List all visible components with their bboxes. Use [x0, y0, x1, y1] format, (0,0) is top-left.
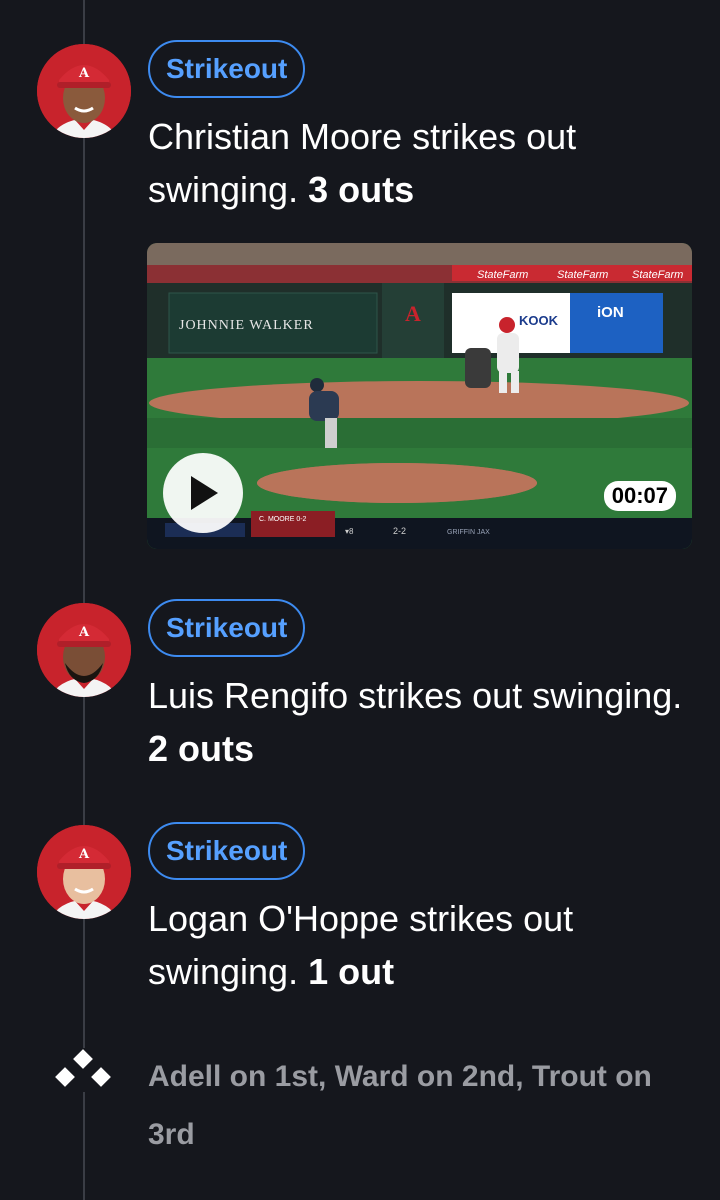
outs-count: 2 outs: [148, 728, 255, 769]
play-button[interactable]: [163, 453, 243, 533]
play-description: Luis Rengifo strikes out swinging. 2 out…: [148, 669, 688, 775]
bases-diamond-icon: [50, 1048, 116, 1092]
video-thumbnail[interactable]: StateFarm StateFarm StateFarm JOHNNIE WA…: [147, 243, 692, 549]
player-avatar-christian-moore[interactable]: A: [37, 44, 131, 138]
player-avatar-luis-rengifo[interactable]: A: [37, 603, 131, 697]
svg-text:StateFarm: StateFarm: [632, 269, 683, 281]
timeline-line: [83, 0, 85, 1200]
player-avatar-logan-ohoppe[interactable]: A: [37, 825, 131, 919]
sponsor-banner: StateFarm: [477, 269, 528, 281]
svg-text:StateFarm: StateFarm: [557, 269, 608, 281]
ad-ion: iON: [597, 304, 624, 321]
scorebug-inning: ▾8: [345, 527, 354, 536]
strikeout-badge[interactable]: Strikeout: [148, 599, 306, 657]
ad-johnnie-walker: JOHNNIE WALKER: [179, 318, 314, 333]
play-description: Christian Moore strikes out swinging. 3 …: [148, 110, 688, 216]
svg-text:A: A: [405, 301, 421, 326]
scorebug-pitcher: GRIFFIN JAX: [447, 529, 490, 536]
ad-kook: KOOK: [519, 313, 559, 328]
strikeout-badge[interactable]: Strikeout: [148, 40, 306, 98]
video-duration: 00:07: [603, 481, 676, 511]
scorebug-count: 2-2: [393, 526, 406, 536]
svg-text:A: A: [78, 66, 90, 81]
play-icon: [191, 476, 218, 510]
play-description: Logan O'Hoppe strikes out swinging. 1 ou…: [148, 892, 688, 998]
play-description-text: Luis Rengifo strikes out swinging.: [148, 675, 683, 716]
base-runners-text: Adell on 1st, Ward on 2nd, Trout on 3rd: [148, 1060, 652, 1151]
outs-count: 3 outs: [308, 169, 415, 210]
strikeout-badge[interactable]: Strikeout: [148, 822, 306, 880]
svg-text:A: A: [78, 847, 90, 862]
scorebug-batter: C. MOORE 0-2: [259, 516, 307, 523]
outs-count: 1 out: [308, 951, 395, 992]
svg-text:A: A: [78, 625, 90, 640]
